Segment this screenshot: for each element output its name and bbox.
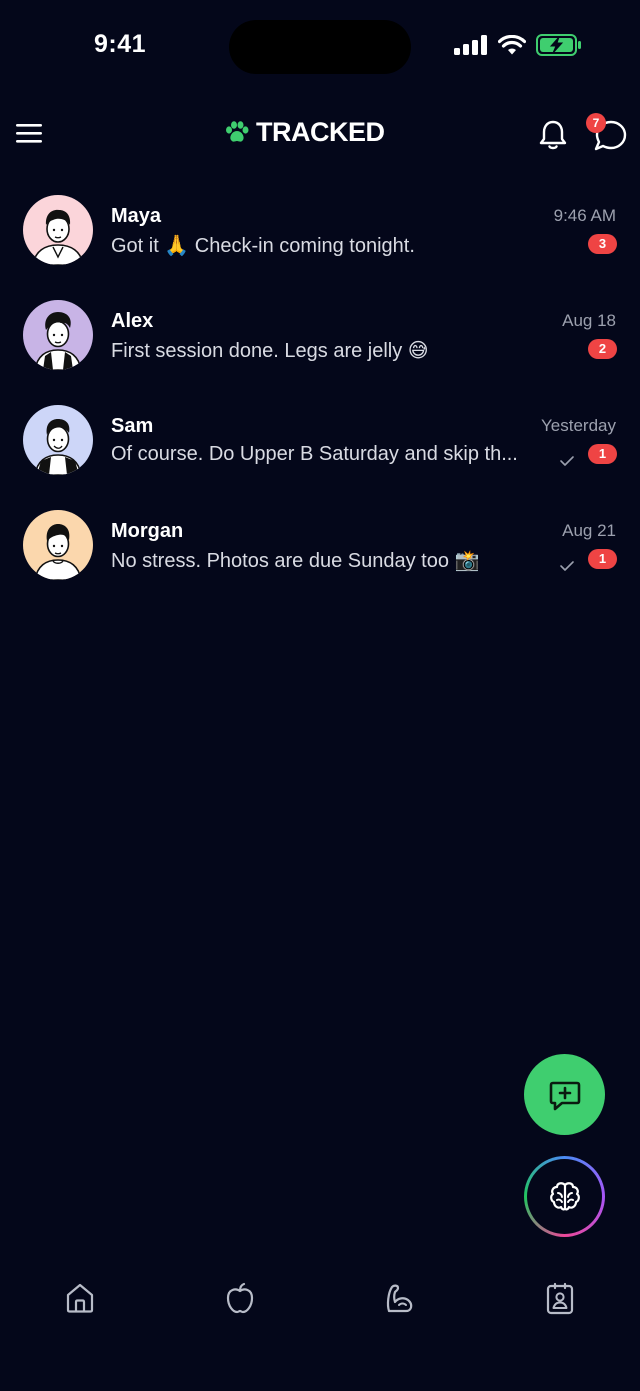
read-check-icon (560, 561, 574, 571)
nav-workouts[interactable] (380, 1278, 420, 1318)
messages-screen: 9:41 TRACKED 7 Maya Got it 🙏 Check-in co… (0, 0, 640, 1391)
avatar (23, 510, 93, 580)
message-preview: Of course. Do Upper B Saturday and skip … (111, 443, 518, 465)
clipboard-profile-icon (546, 1282, 574, 1315)
avatar (23, 405, 93, 475)
unread-badge: 2 (588, 339, 617, 359)
conversation-row[interactable]: Sam Of course. Do Upper B Saturday and s… (0, 400, 640, 505)
signal-icon (454, 35, 487, 55)
avatar-morgan-icon (23, 510, 93, 580)
status-time: 9:41 (94, 30, 147, 58)
bottom-navigation (0, 1270, 640, 1330)
nav-home[interactable] (60, 1278, 100, 1318)
apple-icon (226, 1282, 254, 1314)
message-time: Yesterday (541, 416, 616, 435)
conversation-row[interactable]: Maya Got it 🙏 Check-in coming tonight. 9… (0, 190, 640, 295)
message-time: Aug 21 (562, 521, 616, 540)
avatar-maya-icon (23, 195, 93, 265)
conversation-row[interactable]: Alex First session done. Legs are jelly … (0, 295, 640, 400)
contact-name: Maya (111, 205, 162, 227)
battery-charging-icon (536, 34, 581, 56)
message-time: 9:46 AM (553, 206, 616, 225)
message-preview: No stress. Photos are due Sunday too 📸 (111, 550, 480, 572)
app-header: TRACKED (0, 106, 640, 162)
avatar (23, 195, 93, 265)
ai-assistant-inner (527, 1159, 602, 1234)
unread-badge: 1 (588, 549, 617, 569)
status-icons (454, 34, 582, 56)
hamburger-menu-icon[interactable] (14, 118, 44, 148)
bell-icon[interactable] (537, 118, 569, 152)
dynamic-island (229, 20, 411, 74)
contact-name: Alex (111, 310, 154, 332)
conversation-row[interactable]: Morgan No stress. Photos are due Sunday … (0, 505, 640, 610)
brain-icon (549, 1181, 580, 1210)
contact-name: Morgan (111, 520, 184, 542)
conversation-list: Maya Got it 🙏 Check-in coming tonight. 9… (0, 190, 640, 610)
contact-name: Sam (111, 415, 154, 437)
home-icon (66, 1283, 94, 1313)
unread-badge: 3 (588, 234, 617, 254)
message-preview: Got it 🙏 Check-in coming tonight. (111, 235, 415, 257)
message-preview: First session done. Legs are jelly 😅 (111, 340, 429, 362)
new-message-button[interactable] (524, 1054, 605, 1135)
message-time: Aug 18 (562, 311, 616, 330)
nav-profile[interactable] (540, 1278, 580, 1318)
avatar-sam-icon (23, 405, 93, 475)
messages-badge: 7 (586, 113, 606, 133)
flexed-arm-icon (386, 1284, 413, 1313)
avatar (23, 300, 93, 370)
unread-badge: 1 (588, 444, 617, 464)
wifi-icon (498, 34, 526, 54)
message-plus-icon (549, 1081, 580, 1110)
ai-assistant-button[interactable] (524, 1156, 605, 1237)
nav-nutrition[interactable] (220, 1278, 260, 1318)
avatar-alex-icon (23, 300, 93, 370)
brand-logo: TRACKED (224, 117, 385, 148)
read-check-icon (560, 456, 574, 466)
paw-icon (226, 120, 249, 142)
brand-name: TRACKED (256, 117, 385, 147)
